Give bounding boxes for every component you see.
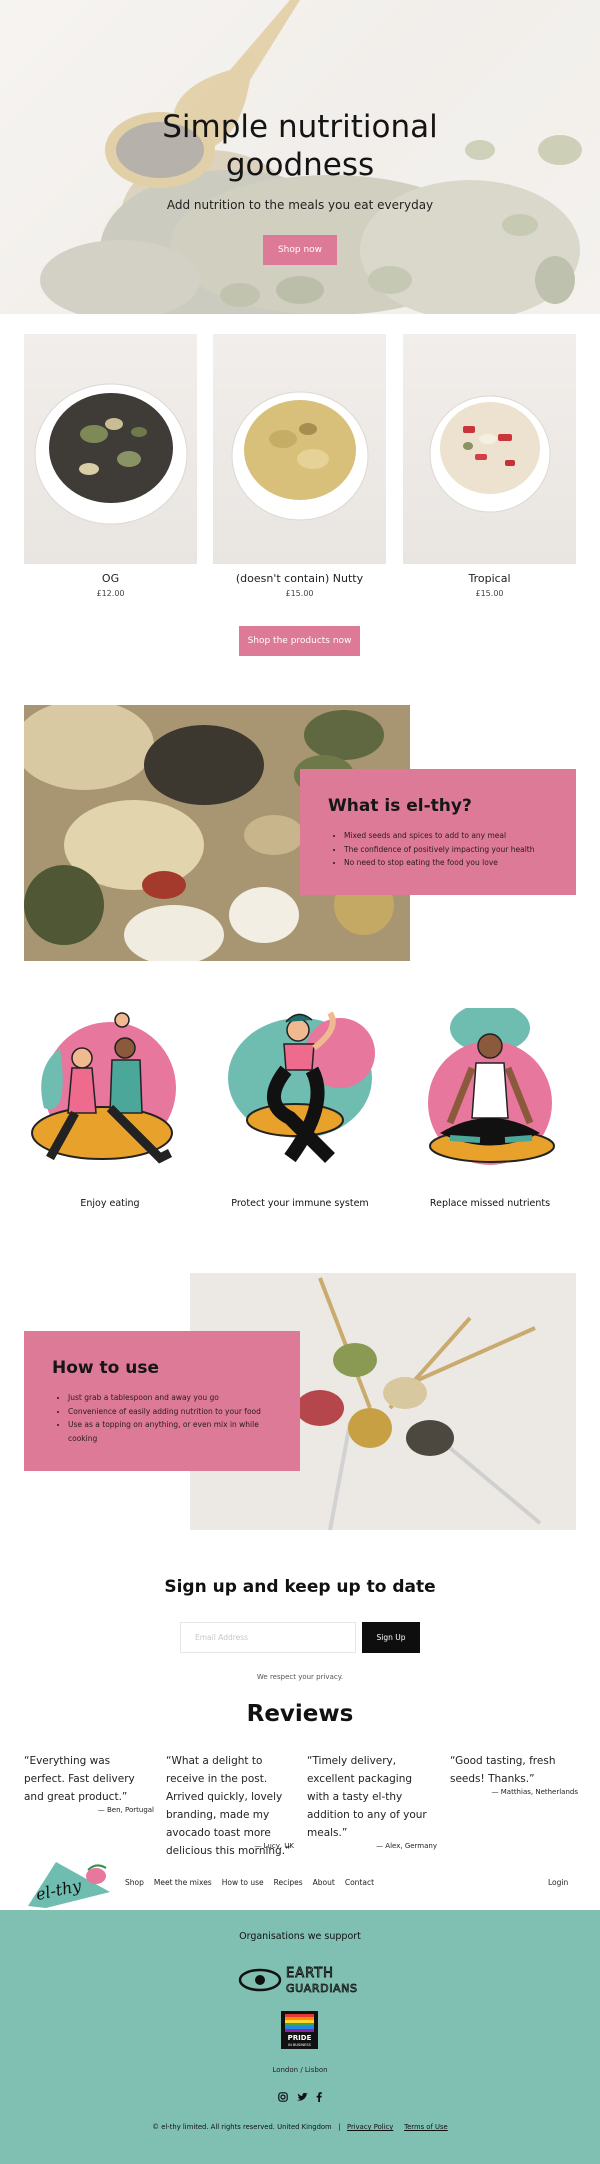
earth-guardians-mark: EARTH GUARDIANS bbox=[238, 1966, 358, 1995]
shop-now-button[interactable]: Shop now bbox=[263, 235, 337, 265]
facebook-icon[interactable] bbox=[316, 2092, 322, 2105]
friends-eating-illustration bbox=[31, 1012, 176, 1164]
feature-label: Enjoy eating bbox=[80, 1198, 140, 1209]
hero-banner: Simple nutritional goodness Add nutritio… bbox=[0, 0, 600, 314]
product-card-nutty[interactable]: (doesn't contain) Nutty £15.00 bbox=[213, 334, 386, 598]
product-image[interactable] bbox=[213, 334, 386, 564]
nav-link-about[interactable]: About bbox=[313, 1878, 335, 1887]
hero-title-line1: Simple nutritional bbox=[162, 109, 438, 145]
list-item: The confidence of positively impacting y… bbox=[344, 843, 535, 857]
product-price: £15.00 bbox=[285, 589, 314, 598]
what-is-list: Mixed seeds and spices to add to any mea… bbox=[344, 829, 535, 870]
review-author: — Alex, Germany bbox=[376, 1842, 437, 1850]
page: Simple nutritional goodness Add nutritio… bbox=[0, 0, 600, 2164]
nav-links: Shop Meet the mixes How to use Recipes A… bbox=[125, 1878, 374, 1887]
review-card: “Timely delivery, excellent packaging wi… bbox=[307, 1752, 437, 1850]
fitness-woman-illustration bbox=[228, 1011, 375, 1163]
how-to-use-list: Just grab a tablespoon and away you go C… bbox=[68, 1391, 278, 1445]
feature-label: Protect your immune system bbox=[231, 1198, 369, 1209]
product-name[interactable]: Tropical bbox=[403, 572, 576, 585]
what-is-title: What is el-thy? bbox=[328, 796, 472, 816]
product-image[interactable] bbox=[403, 334, 576, 564]
nav-link-recipes[interactable]: Recipes bbox=[274, 1878, 303, 1887]
twitter-icon[interactable] bbox=[296, 2092, 308, 2105]
login-link[interactable]: Login bbox=[548, 1878, 568, 1887]
list-item: Just grab a tablespoon and away you go bbox=[68, 1391, 278, 1405]
footer: Organisations we support EARTH GUARDIANS… bbox=[0, 1910, 600, 2164]
bowl-illustration bbox=[34, 383, 188, 525]
list-item: Mixed seeds and spices to add to any mea… bbox=[344, 829, 535, 843]
nav-link-meet-the-mixes[interactable]: Meet the mixes bbox=[154, 1878, 212, 1887]
location-text: London / Lisbon bbox=[272, 2066, 328, 2074]
review-quote: “Everything was perfect. Fast delivery a… bbox=[24, 1755, 135, 1803]
hero-subtitle: Add nutrition to the meals you eat every… bbox=[166, 198, 434, 212]
product-image[interactable] bbox=[24, 334, 197, 564]
nav-link-how-to-use[interactable]: How to use bbox=[222, 1878, 264, 1887]
email-field[interactable] bbox=[180, 1622, 356, 1653]
hero-title: Simple nutritional goodness bbox=[0, 108, 600, 184]
shop-products-button[interactable]: Shop the products now bbox=[239, 626, 360, 656]
product-price: £15.00 bbox=[475, 589, 504, 598]
nav-link-shop[interactable]: Shop bbox=[125, 1878, 144, 1887]
instagram-icon[interactable] bbox=[278, 2092, 288, 2105]
list-item: Use as a topping on anything, or even mi… bbox=[68, 1418, 278, 1445]
review-card: “What a delight to receive in the post. … bbox=[166, 1752, 296, 1857]
reviews-title: Reviews bbox=[246, 1701, 354, 1727]
copyright-text: © el-thy limited. All rights reserved. U… bbox=[152, 2123, 332, 2131]
sign-up-button[interactable]: Sign Up bbox=[362, 1622, 420, 1653]
earth-guardians-logo[interactable]: EARTH GUARDIANS bbox=[238, 1960, 362, 2000]
how-to-use-title: How to use bbox=[52, 1358, 160, 1378]
review-author: — Ben, Portugal bbox=[97, 1806, 154, 1814]
el-thy-logo[interactable]: el-thy bbox=[26, 1856, 110, 1910]
meditating-man-illustration bbox=[428, 1008, 555, 1165]
legal-separator: | bbox=[333, 2123, 345, 2131]
how-to-use-card: How to use Just grab a tablespoon and aw… bbox=[24, 1331, 300, 1471]
hero-title-line2: goodness bbox=[225, 147, 375, 183]
organisations-title: Organisations we support bbox=[239, 1931, 361, 1942]
product-name[interactable]: (doesn't contain) Nutty bbox=[213, 572, 386, 585]
pride-text: PRIDE bbox=[288, 2034, 312, 2042]
nav-link-contact[interactable]: Contact bbox=[345, 1878, 374, 1887]
review-card: “Good tasting, fresh seeds! Thanks.” — M… bbox=[450, 1752, 578, 1796]
logo-mark: el-thy bbox=[28, 1862, 110, 1908]
product-card-og[interactable]: OG £12.00 bbox=[24, 334, 197, 598]
footer-legal: © el-thy limited. All rights reserved. U… bbox=[0, 2123, 600, 2131]
terms-of-use-link[interactable]: Terms of Use bbox=[404, 2123, 448, 2131]
pride-mark: PRIDE IN BUSINESS bbox=[285, 2014, 314, 2047]
privacy-note: We respect your privacy. bbox=[256, 1673, 344, 1681]
product-price: £12.00 bbox=[96, 589, 125, 598]
list-item: No need to stop eating the food you love bbox=[344, 856, 535, 870]
pride-subtext: IN BUSINESS bbox=[288, 2043, 312, 2047]
privacy-policy-link[interactable]: Privacy Policy bbox=[347, 2123, 393, 2131]
product-card-tropical[interactable]: Tropical £15.00 bbox=[403, 334, 576, 598]
product-name[interactable]: OG bbox=[24, 572, 197, 585]
what-is-card: What is el-thy? Mixed seeds and spices t… bbox=[300, 769, 576, 895]
feature-immune-system: Protect your immune system bbox=[220, 1008, 380, 1209]
bowl-illustration bbox=[231, 391, 369, 521]
pride-in-business-logo[interactable]: PRIDE IN BUSINESS bbox=[281, 2011, 318, 2049]
list-item: Convenience of easily adding nutrition t… bbox=[68, 1405, 278, 1419]
bowl-illustration bbox=[429, 395, 551, 513]
site-navigation: el-thy Shop Meet the mixes How to use Re… bbox=[0, 1856, 600, 1910]
review-card: “Everything was perfect. Fast delivery a… bbox=[24, 1752, 154, 1814]
feature-label: Replace missed nutrients bbox=[429, 1198, 551, 1209]
signup-title: Sign up and keep up to date bbox=[164, 1577, 436, 1597]
earth-guardians-top-text: EARTH bbox=[286, 1966, 334, 1981]
feature-enjoy-eating: Enjoy eating bbox=[30, 1008, 190, 1209]
feature-missed-nutrients: Replace missed nutrients bbox=[410, 1008, 570, 1209]
earth-guardians-bottom-text: GUARDIANS bbox=[286, 1982, 358, 1995]
review-quote: “Good tasting, fresh seeds! Thanks.” bbox=[450, 1755, 556, 1785]
legal-spacer bbox=[395, 2123, 401, 2131]
review-author: — Matthias, Netherlands bbox=[491, 1788, 578, 1796]
review-quote: “Timely delivery, excellent packaging wi… bbox=[307, 1755, 427, 1839]
social-links bbox=[278, 2092, 322, 2105]
